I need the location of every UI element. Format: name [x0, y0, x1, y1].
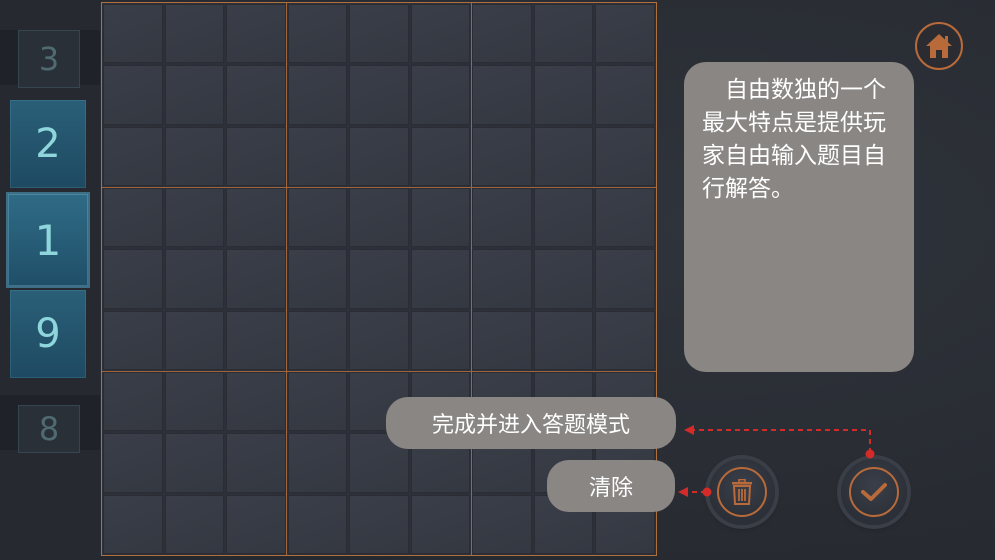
block-divider — [102, 370, 656, 372]
clear-button[interactable] — [709, 459, 775, 525]
board-cell[interactable] — [410, 188, 471, 248]
picker-number-3[interactable]: 3 — [18, 30, 80, 88]
board-cell[interactable] — [595, 126, 655, 186]
block-divider — [470, 3, 472, 555]
board-cell[interactable] — [287, 188, 348, 248]
board-cell[interactable] — [226, 372, 286, 432]
board-cell[interactable] — [410, 494, 471, 554]
board-cell[interactable] — [349, 4, 409, 64]
board-cell[interactable] — [472, 126, 532, 186]
board-cell[interactable] — [595, 188, 655, 248]
board-cell[interactable] — [164, 494, 225, 554]
board-cell[interactable] — [595, 310, 655, 370]
game-screen: 3 2 1 9 8 自由数独的一个最大特点是提供玩家自由输入题目自行解答。 完成… — [0, 0, 995, 560]
board-cell[interactable] — [595, 249, 655, 309]
board-cell[interactable] — [595, 4, 655, 64]
picker-number-9[interactable]: 9 — [10, 290, 86, 378]
board-cell[interactable] — [472, 249, 532, 309]
board-cell[interactable] — [103, 372, 163, 432]
board-cell[interactable] — [472, 65, 532, 125]
board-cell[interactable] — [349, 126, 409, 186]
finish-pointer — [684, 425, 875, 459]
board-cell[interactable] — [226, 433, 286, 493]
board-cell[interactable] — [287, 65, 348, 125]
board-cell[interactable] — [349, 65, 409, 125]
board-cell[interactable] — [103, 4, 163, 64]
clear-hint-label: 清除 — [588, 476, 633, 501]
picker-number-1[interactable]: 1 — [8, 194, 88, 286]
board-cell[interactable] — [164, 310, 225, 370]
picker-number-2[interactable]: 2 — [10, 100, 86, 188]
clear-hint-bubble: 清除 — [547, 460, 675, 512]
check-icon — [861, 483, 887, 501]
board-cell[interactable] — [103, 433, 163, 493]
board-cell[interactable] — [103, 310, 163, 370]
board-cell[interactable] — [226, 4, 286, 64]
clear-button-ring — [717, 467, 767, 517]
board-cell[interactable] — [533, 126, 594, 186]
finish-hint-label: 完成并进入答题模式 — [431, 413, 630, 438]
board-cell[interactable] — [226, 65, 286, 125]
board-cell[interactable] — [164, 188, 225, 248]
board-cell[interactable] — [349, 249, 409, 309]
board-cell[interactable] — [164, 372, 225, 432]
board-cell[interactable] — [103, 188, 163, 248]
board-cell[interactable] — [164, 126, 225, 186]
board-cell[interactable] — [164, 4, 225, 64]
board-cell[interactable] — [287, 126, 348, 186]
board-cell[interactable] — [287, 372, 348, 432]
board-cell[interactable] — [287, 494, 348, 554]
board-cell[interactable] — [595, 65, 655, 125]
board-cell[interactable] — [410, 65, 471, 125]
tip-bubble: 自由数独的一个最大特点是提供玩家自由输入题目自行解答。 — [684, 62, 914, 372]
tip-text: 自由数独的一个最大特点是提供玩家自由输入题目自行解答。 — [702, 77, 886, 202]
block-divider — [286, 3, 288, 555]
board-cell[interactable] — [472, 494, 532, 554]
board-cell[interactable] — [533, 4, 594, 64]
board-cell[interactable] — [103, 494, 163, 554]
board-cell[interactable] — [103, 65, 163, 125]
board-cell[interactable] — [533, 310, 594, 370]
trash-icon — [732, 479, 752, 505]
board-cell[interactable] — [226, 249, 286, 309]
board-cell[interactable] — [226, 126, 286, 186]
clear-pointer — [678, 487, 712, 497]
confirm-button-ring — [849, 467, 899, 517]
home-button[interactable] — [915, 22, 963, 70]
board-cell[interactable] — [410, 4, 471, 64]
board-cell[interactable] — [533, 188, 594, 248]
board-cell[interactable] — [349, 494, 409, 554]
board-cell[interactable] — [349, 310, 409, 370]
finish-hint-bubble: 完成并进入答题模式 — [386, 397, 676, 449]
board-cell[interactable] — [349, 188, 409, 248]
board-cell[interactable] — [164, 249, 225, 309]
board-cell[interactable] — [533, 65, 594, 125]
board-cell[interactable] — [103, 249, 163, 309]
board-cell[interactable] — [164, 65, 225, 125]
board-cell[interactable] — [533, 249, 594, 309]
board-cell[interactable] — [287, 310, 348, 370]
confirm-button[interactable] — [841, 459, 907, 525]
board-cell[interactable] — [226, 310, 286, 370]
board-cell[interactable] — [472, 188, 532, 248]
board-cell[interactable] — [164, 433, 225, 493]
board-cell[interactable] — [226, 188, 286, 248]
board-cell[interactable] — [226, 494, 286, 554]
block-divider — [102, 186, 656, 188]
board-cell[interactable] — [410, 249, 471, 309]
board-cell[interactable] — [287, 433, 348, 493]
board-cell[interactable] — [287, 249, 348, 309]
board-cell[interactable] — [287, 4, 348, 64]
board-cell[interactable] — [410, 126, 471, 186]
board-cell[interactable] — [103, 126, 163, 186]
board-cell[interactable] — [472, 310, 532, 370]
board-cell[interactable] — [472, 4, 532, 64]
number-picker[interactable]: 3 2 1 9 8 — [0, 0, 100, 560]
home-icon — [926, 34, 952, 58]
picker-number-8[interactable]: 8 — [18, 405, 80, 453]
board-cell[interactable] — [410, 310, 471, 370]
